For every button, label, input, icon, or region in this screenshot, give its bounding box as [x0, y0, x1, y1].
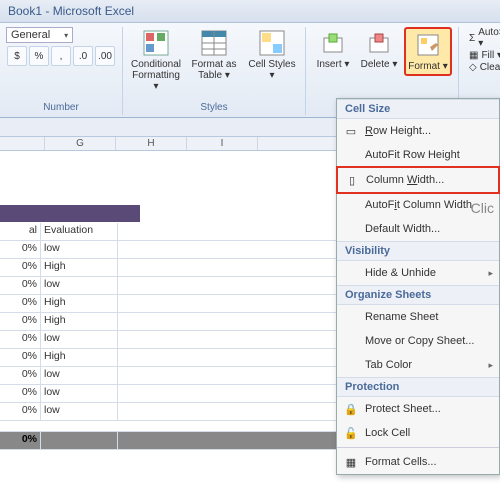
menu-move-copy[interactable]: Move or Copy Sheet... — [337, 329, 499, 353]
cell[interactable]: Evaluation — [41, 223, 118, 240]
fill-button[interactable]: ▦Fill ▾ — [469, 50, 500, 61]
table-icon — [200, 29, 228, 57]
menu-section: Cell Size — [337, 99, 499, 119]
format-icon — [414, 31, 442, 59]
cell[interactable]: low — [41, 277, 118, 294]
cell[interactable]: 0% — [0, 432, 41, 449]
annotation-text: Clic — [471, 200, 494, 216]
cell[interactable]: 0% — [0, 313, 41, 330]
menu-section: Visibility — [337, 241, 499, 261]
cell[interactable]: 0% — [0, 331, 41, 348]
menu-column-width[interactable]: ▯Column Width... — [336, 166, 500, 194]
cell[interactable]: al — [0, 223, 41, 240]
cell[interactable]: High — [41, 313, 118, 330]
cell[interactable]: low — [41, 241, 118, 258]
col-header[interactable]: G — [45, 137, 116, 150]
menu-tab-color[interactable]: Tab Color▸ — [337, 353, 499, 377]
cell[interactable]: 0% — [0, 259, 41, 276]
col-header[interactable]: I — [187, 137, 258, 150]
menu-hide-unhide[interactable]: Hide & Unhide▸ — [337, 261, 499, 285]
cell[interactable]: low — [41, 403, 118, 420]
percent-button[interactable]: % — [29, 46, 49, 66]
cell[interactable]: 0% — [0, 367, 41, 384]
conditional-formatting-icon — [142, 29, 170, 57]
decrease-decimal-button[interactable]: .00 — [95, 46, 115, 66]
format-as-table-button[interactable]: Format as Table ▾ — [187, 27, 241, 83]
insert-cells-icon — [319, 29, 347, 57]
number-format-value: General — [11, 29, 50, 41]
row-height-icon: ▭ — [343, 123, 359, 139]
cell[interactable]: low — [41, 367, 118, 384]
cell[interactable]: High — [41, 259, 118, 276]
menu-rename-sheet[interactable]: Rename Sheet — [337, 305, 499, 329]
format-cells-icon: ▦ — [343, 454, 359, 470]
cell[interactable]: High — [41, 349, 118, 366]
format-button[interactable]: Format ▾ — [404, 27, 452, 76]
delete-button[interactable]: Delete ▾ — [358, 27, 400, 72]
column-width-icon: ▯ — [344, 172, 360, 188]
clear-button[interactable]: ◇Clear ▾ — [469, 62, 500, 73]
menu-autofit-row[interactable]: AutoFit Row Height — [337, 143, 499, 167]
cell[interactable]: low — [41, 331, 118, 348]
cell-styles-button[interactable]: Cell Styles ▾ — [245, 27, 299, 83]
menu-section: Protection — [337, 377, 499, 397]
fill-icon: ▦ — [469, 50, 478, 61]
group-number: General ▾ $ % , .0 .00 Number — [0, 27, 123, 115]
menu-lock-cell[interactable]: 🔓Lock Cell — [337, 421, 499, 445]
increase-decimal-button[interactable]: .0 — [73, 46, 93, 66]
number-format-combo[interactable]: General ▾ — [6, 27, 73, 43]
cell[interactable]: 0% — [0, 385, 41, 402]
cell-styles-icon — [258, 29, 286, 57]
cell[interactable]: High — [41, 295, 118, 312]
menu-section: Organize Sheets — [337, 285, 499, 305]
cell[interactable]: low — [41, 385, 118, 402]
group-label-styles: Styles — [129, 100, 299, 115]
chevron-down-icon: ▾ — [64, 31, 68, 40]
title-bar: Book1 - Microsoft Excel — [0, 0, 500, 23]
eraser-icon: ◇ — [469, 62, 477, 73]
menu-default-width[interactable]: Default Width... — [337, 217, 499, 241]
menu-row-height[interactable]: ▭Row Row Height...Height... — [337, 119, 499, 143]
autosum-button[interactable]: ΣAutoSum ▾ — [469, 27, 500, 49]
cell[interactable]: 0% — [0, 295, 41, 312]
currency-button[interactable]: $ — [7, 46, 27, 66]
cell[interactable]: 0% — [0, 349, 41, 366]
menu-protect-sheet[interactable]: 🔒Protect Sheet... — [337, 397, 499, 421]
format-dropdown-menu: Cell Size ▭Row Row Height...Height... Au… — [336, 98, 500, 475]
chevron-right-icon: ▸ — [488, 268, 493, 279]
insert-button[interactable]: Insert ▾ — [312, 27, 354, 72]
lock-icon: 🔒 — [343, 401, 359, 417]
comma-button[interactable]: , — [51, 46, 71, 66]
chevron-right-icon: ▸ — [488, 360, 493, 371]
cell[interactable]: 0% — [0, 241, 41, 258]
lock-cell-icon: 🔓 — [343, 425, 359, 441]
cell[interactable] — [41, 432, 118, 449]
highlighted-row — [0, 205, 140, 222]
cell[interactable]: 0% — [0, 403, 41, 420]
conditional-formatting-button[interactable]: Conditional Formatting ▾ — [129, 27, 183, 94]
group-label-number: Number — [6, 100, 116, 115]
col-header[interactable]: H — [116, 137, 187, 150]
sigma-icon: Σ — [469, 33, 475, 44]
cell[interactable]: 0% — [0, 277, 41, 294]
delete-cells-icon — [365, 29, 393, 57]
menu-format-cells[interactable]: ▦Format Cells... — [337, 450, 499, 474]
group-styles: Conditional Formatting ▾ Format as Table… — [123, 27, 306, 115]
